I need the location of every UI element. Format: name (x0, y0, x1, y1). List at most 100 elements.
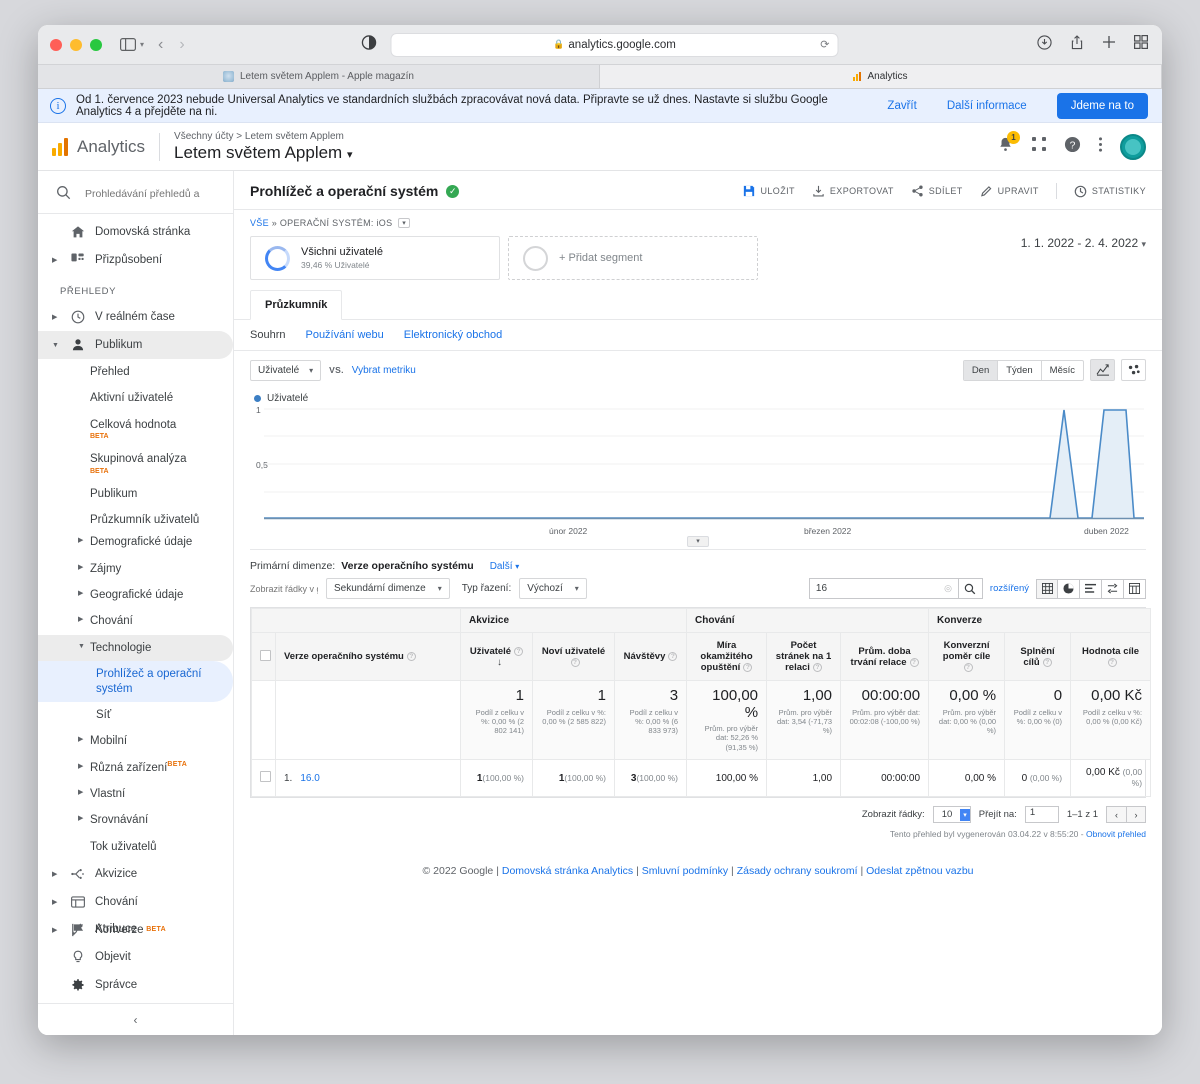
avatar[interactable] (1120, 133, 1146, 160)
granularity-mesic[interactable]: Měsíc (1042, 361, 1083, 380)
help-icon[interactable]: ? (963, 663, 973, 672)
column-header-navstevy[interactable]: Návštěvy? (613, 632, 688, 681)
browser-tab-applem[interactable]: Letem světem Applem - Apple magazín (38, 65, 600, 88)
banner-close-link[interactable]: Zavřít (887, 100, 916, 112)
segment-all-users[interactable]: Všichni uživatelé 39,46 % Uživatelé (250, 236, 500, 280)
goto-page-input[interactable]: 1 (1024, 806, 1059, 824)
subtab-souhrn[interactable]: Souhrn (250, 329, 285, 341)
sidebar-item-akvizice[interactable]: ▶ Akvizice (38, 860, 233, 888)
row-checkbox-cell[interactable] (251, 759, 276, 798)
subtab-pouzivani-webu[interactable]: Používání webu (305, 329, 383, 341)
sidebar-collapse-button[interactable]: ‹ (38, 1003, 233, 1035)
forward-button[interactable]: › (179, 36, 184, 54)
search-input[interactable] (83, 187, 203, 201)
granularity-toggle[interactable]: Den Týden Měsíc (962, 359, 1084, 381)
help-icon[interactable]: ? (570, 657, 580, 667)
sidebar-item-ruzna-zarizeni[interactable]: ▶ Různá zařízeníBETA (38, 755, 233, 781)
help-icon[interactable]: ? (1064, 136, 1081, 158)
sidebar-toggle-button[interactable]: ▾ (120, 38, 144, 51)
refresh-report-link[interactable]: Obnovit přehled (1086, 829, 1146, 839)
line-chart-icon[interactable] (1090, 359, 1115, 381)
sidebar-item-publikum[interactable]: Publikum (38, 481, 233, 507)
sidebar-item-srovnavani[interactable]: ▶ Srovnávání (38, 807, 233, 833)
downloads-icon[interactable] (1037, 34, 1052, 55)
tab-pruzkumnik[interactable]: Průzkumník (250, 290, 343, 320)
analytics-logo[interactable]: Analytics (52, 137, 159, 157)
help-icon[interactable]: ? (1042, 657, 1052, 667)
pick-metric-link[interactable]: Vybrat metriku (352, 365, 416, 376)
back-button[interactable]: ‹ (158, 36, 163, 54)
sidebar-item-skupinova-analyza[interactable]: Skupinová analýza BETA (38, 446, 233, 480)
secondary-dimension-select[interactable]: Sekundární dimenze ▾ (326, 578, 450, 599)
segment-crumb-all[interactable]: VŠE (250, 218, 269, 228)
close-window-button[interactable] (50, 38, 62, 51)
column-header-novi-uzivatele[interactable]: Noví uživatelé? (532, 632, 615, 681)
performance-view-icon[interactable] (1080, 578, 1102, 599)
save-button[interactable]: ULOŽIT (743, 185, 794, 197)
primary-dimension-value[interactable]: Verze operačního systému (341, 560, 473, 572)
sidebar-item-atribuce[interactable]: Atribuce BETA (38, 915, 233, 943)
help-icon[interactable]: ? (1107, 657, 1117, 667)
reload-icon[interactable]: ⟳ (820, 38, 829, 51)
help-icon[interactable]: ? (514, 646, 524, 656)
help-icon[interactable]: ? (668, 652, 678, 661)
maximize-window-button[interactable] (90, 38, 102, 51)
sidebar-item-vlastni[interactable]: ▶ Vlastní (38, 781, 233, 807)
table-row[interactable]: 1. 16.0 1(100,00 %) 1(100,00 %) 3(100,00 … (251, 759, 1152, 798)
plot-rows-input[interactable] (250, 580, 318, 597)
banner-more-info-link[interactable]: Další informace (947, 100, 1027, 112)
sidebar-item-prehled[interactable]: Přehled (38, 359, 233, 385)
sidebar-item-zajmy[interactable]: ▶ Zájmy (38, 556, 233, 582)
sidebar-item-tok-uzivatelu[interactable]: Tok uživatelů (38, 834, 233, 860)
footer-link-feedback[interactable]: Odeslat zpětnou vazbu (866, 865, 973, 877)
tab-overview-icon[interactable] (1134, 35, 1149, 54)
select-all-checkbox[interactable] (260, 649, 271, 661)
sidebar-item-technologie[interactable]: ▼ Technologie (38, 634, 233, 662)
help-icon[interactable]: ? (812, 663, 822, 672)
table-search-input[interactable]: 16 ◎ (808, 578, 959, 599)
sidebar-item-chovani-top[interactable]: ▶ Chování (38, 888, 233, 916)
sidebar-item-prohlizec-a-operacni-system[interactable]: Prohlížeč a operační systém (38, 661, 233, 702)
more-options-icon[interactable] (1098, 136, 1103, 158)
pie-view-icon[interactable] (1058, 578, 1080, 599)
sidebar-item-realtime[interactable]: ▶ V reálném čase (38, 303, 233, 331)
granularity-den[interactable]: Den (963, 360, 999, 380)
sort-desc-icon[interactable]: ↓ (497, 657, 502, 668)
help-icon[interactable]: ? (406, 652, 416, 661)
edit-button[interactable]: UPRAVIT (980, 185, 1039, 197)
footer-link-home[interactable]: Domovská stránka Analytics (502, 865, 633, 877)
account-selector[interactable]: Všechny účty > Letem světem Applem Letem… (174, 131, 352, 163)
table-search-button[interactable] (958, 578, 983, 599)
advanced-filter-link[interactable]: rozšířený (990, 583, 1029, 594)
window-traffic-lights[interactable] (50, 38, 102, 51)
column-header-hodnota-cile[interactable]: Hodnota cíle? (1070, 632, 1152, 681)
metric-selector[interactable]: Uživatelé ▾ (250, 359, 322, 381)
banner-cta-button[interactable]: Jdeme na to (1056, 92, 1148, 119)
insights-button[interactable]: STATISTIKY (1074, 185, 1146, 198)
sort-type-select[interactable]: Výchozí ▾ (519, 578, 587, 599)
nav-search[interactable] (38, 175, 233, 214)
help-icon[interactable]: ? (743, 663, 753, 672)
subtab-elektronicky-obchod[interactable]: Elektronický obchod (404, 329, 502, 341)
footer-link-privacy[interactable]: Zásady ochrany soukromí (737, 865, 858, 877)
sidebar-item-sit[interactable]: Síť (38, 702, 233, 728)
row-dimension-link[interactable]: 16.0 (300, 773, 319, 784)
chevron-down-icon[interactable]: ▾ (398, 218, 411, 228)
new-tab-icon[interactable] (1102, 35, 1116, 54)
share-icon[interactable] (1070, 34, 1084, 55)
column-header-mira-opusteni[interactable]: Míra okamžitého opuštění? (686, 632, 768, 681)
table-view-icon[interactable] (1036, 578, 1058, 599)
more-dimensions-link[interactable]: Další ▾ (490, 561, 520, 572)
rows-per-page-select[interactable]: 10 ▾ (932, 806, 971, 824)
sidebar-item-chovani[interactable]: ▶ Chování (38, 608, 233, 634)
column-header-splneni-cilu[interactable]: Splnění cílů? (1004, 632, 1072, 681)
pivot-view-icon[interactable] (1124, 578, 1146, 599)
scatter-icon[interactable] (1121, 359, 1146, 381)
sidebar-item-pruzkumnik-uzivatelu[interactable]: Průzkumník uživatelů (38, 507, 233, 529)
next-page-button[interactable]: › (1126, 806, 1146, 824)
column-header-doba-relace[interactable]: Prům. doba trvání relace? (840, 632, 930, 681)
share-button[interactable]: SDÍLET (911, 185, 963, 197)
column-header-pocet-stranek[interactable]: Počet stránek na 1 relaci? (766, 632, 842, 681)
sidebar-item-geograficke-udaje[interactable]: ▶ Geografické údaje (38, 582, 233, 608)
sidebar-item-celkova-hodnota[interactable]: Celková hodnota BETA (38, 412, 233, 446)
